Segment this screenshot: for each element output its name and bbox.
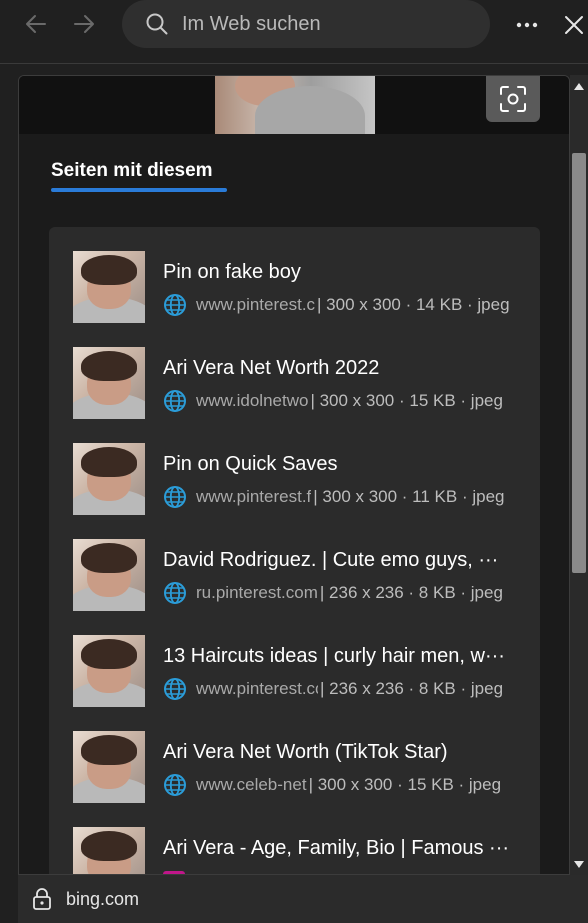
more-options-button[interactable] xyxy=(510,8,544,42)
result-domain[interactable]: www.pinterest.f xyxy=(196,487,311,507)
lock-icon xyxy=(33,888,51,910)
more-icon xyxy=(516,22,538,28)
result-thumbnail[interactable] xyxy=(73,827,145,874)
caret-up-icon xyxy=(574,82,584,90)
scroll-thumb[interactable] xyxy=(572,153,586,573)
result-item[interactable]: David Rodriguez. | Cute emo guys, ··· ru.… xyxy=(73,539,523,611)
result-thumbnail[interactable] xyxy=(73,539,145,611)
result-image-info: | 236 x 236 · 8 KB · jpeg xyxy=(319,583,503,602)
result-title[interactable]: Ari Vera Net Worth (TikTok Star) xyxy=(163,741,515,764)
scrollbar[interactable] xyxy=(570,75,588,875)
scroll-up-button[interactable] xyxy=(570,79,588,93)
browser-toolbar xyxy=(0,0,588,50)
result-image-info: | 300 x 300 · 15 KB · jpeg xyxy=(308,775,502,794)
result-title[interactable]: Pin on Quick Saves xyxy=(163,453,515,476)
caret-down-icon xyxy=(574,860,584,868)
close-icon xyxy=(565,16,583,34)
result-item[interactable]: Pin on Quick Saves www.pinterest.f | 300 x… xyxy=(73,443,523,515)
result-image-info: | 236 x 236 · 8 KB · jpeg xyxy=(320,679,504,698)
image-preview xyxy=(19,76,569,134)
active-tab-indicator xyxy=(51,188,227,192)
result-domain[interactable]: www.celeb-net xyxy=(196,775,307,795)
search-box[interactable] xyxy=(122,0,490,48)
visual-search-icon xyxy=(500,86,526,112)
result-meta: www.pinterest.f | 300 x 300 · 11 KB · jpe… xyxy=(163,485,504,509)
result-item[interactable]: Ari Vera - Age, Family, Bio | Famous ··· xyxy=(73,827,523,874)
back-button[interactable] xyxy=(18,6,54,42)
result-title[interactable]: Ari Vera - Age, Family, Bio | Famous ··· xyxy=(163,837,515,860)
result-item[interactable]: Ari Vera Net Worth 2022 www.idolnetwo | 30… xyxy=(73,347,523,419)
search-icon xyxy=(146,13,168,35)
globe-icon xyxy=(164,678,186,700)
toolbar-divider xyxy=(0,63,588,64)
globe-icon xyxy=(164,774,186,796)
scroll-down-button[interactable] xyxy=(570,857,588,871)
visual-search-panel: Seiten mit diesem Pin on fake boy www.pin… xyxy=(18,75,570,875)
globe-icon xyxy=(164,582,186,604)
result-thumbnail[interactable] xyxy=(73,635,145,707)
globe-icon xyxy=(164,294,186,316)
result-domain[interactable]: www.pinterest.cc xyxy=(196,679,318,699)
forward-button[interactable] xyxy=(66,6,102,42)
forward-arrow-icon xyxy=(74,15,94,33)
result-title[interactable]: Pin on fake boy xyxy=(163,261,515,284)
globe-icon xyxy=(164,390,186,412)
result-thumbnail[interactable] xyxy=(73,251,145,323)
result-image-info: | 300 x 300 · 14 KB · jpeg xyxy=(317,295,510,314)
result-thumbnail[interactable] xyxy=(73,347,145,419)
result-meta: www.celeb-net | 300 x 300 · 15 KB · jpeg xyxy=(163,773,501,797)
result-meta: www.idolnetwo | 300 x 300 · 15 KB · jpeg xyxy=(163,389,503,413)
tab-pages-with-image[interactable]: Seiten mit diesem xyxy=(51,160,213,182)
result-item[interactable]: Pin on fake boy www.pinterest.c | 300 x 30… xyxy=(73,251,523,323)
result-meta: www.pinterest.c | 300 x 300 · 14 KB · jpe… xyxy=(163,293,510,317)
visual-search-button[interactable] xyxy=(486,76,540,122)
result-title[interactable]: David Rodriguez. | Cute emo guys, ··· xyxy=(163,549,515,572)
result-domain[interactable]: www.idolnetwo xyxy=(196,391,308,411)
status-bar: bing.com xyxy=(18,875,588,923)
result-meta: www.pinterest.cc | 236 x 236 · 8 KB · jpe… xyxy=(163,677,503,701)
result-domain[interactable]: www.pinterest.c xyxy=(196,295,315,315)
result-image-info: | 300 x 300 · 15 KB · jpeg xyxy=(310,391,503,410)
results-list: Pin on fake boy www.pinterest.c | 300 x 30… xyxy=(49,227,540,874)
result-item[interactable]: 13 Haircuts ideas | curly hair men, w···… xyxy=(73,635,523,707)
search-input[interactable] xyxy=(182,12,462,36)
status-url: bing.com xyxy=(66,888,140,909)
result-thumbnail[interactable] xyxy=(73,443,145,515)
result-domain[interactable]: ru.pinterest.com xyxy=(196,583,318,603)
globe-icon xyxy=(164,486,186,508)
result-meta: ru.pinterest.com | 236 x 236 · 8 KB · jpe… xyxy=(163,581,503,605)
close-button[interactable] xyxy=(560,8,588,42)
result-image-info: | 300 x 300 · 11 KB · jpeg xyxy=(313,487,505,506)
preview-image xyxy=(215,76,375,134)
back-arrow-icon xyxy=(26,15,46,33)
result-item[interactable]: Ari Vera Net Worth (TikTok Star) www.cele… xyxy=(73,731,523,803)
result-title[interactable]: 13 Haircuts ideas | curly hair men, w··· xyxy=(163,645,515,668)
result-thumbnail[interactable] xyxy=(73,731,145,803)
result-title[interactable]: Ari Vera Net Worth 2022 xyxy=(163,357,515,380)
